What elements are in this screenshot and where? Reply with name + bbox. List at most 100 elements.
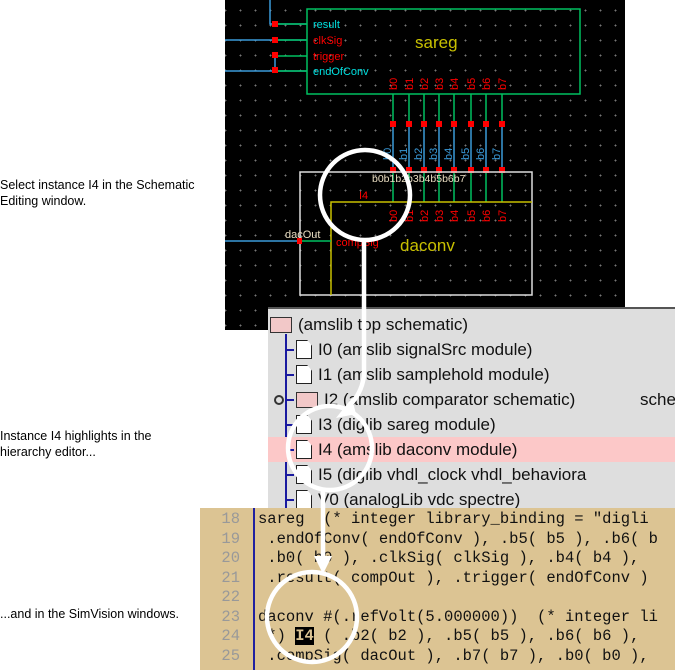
document-icon [296, 415, 312, 434]
hierarchy-item[interactable]: (amslib top schematic) [268, 312, 675, 337]
source-line[interactable]: 20 .b0( b0 ), .clkSig( clkSig ), .b4( b4… [200, 549, 675, 569]
hierarchy-item[interactable]: I3 (diglib sareg module) [268, 412, 675, 437]
daconv-input-pin: b7 [497, 210, 509, 222]
line-text: sareg (* integer library_binding = "digl… [258, 510, 649, 528]
hierarchy-item[interactable]: I1 (amslib samplehold module) [268, 362, 675, 387]
wire-label: b2 [413, 148, 425, 160]
sareg-output-pin: b5 [466, 78, 478, 90]
sareg-label: sareg [415, 33, 458, 52]
connection-dot [499, 121, 505, 127]
daconv-input-pin: b5 [466, 210, 478, 222]
line-text: .b0( b0 ), .clkSig( clkSig ), .b4( b4 ), [258, 549, 640, 567]
daconv-input-pin: b4 [449, 210, 461, 222]
source-line[interactable]: 18 sareg (* integer library_binding = "di… [200, 510, 675, 530]
caption-hierarchy: Instance I4 highlights in the hierarchy … [0, 429, 152, 459]
pin-trigger: trigger [313, 51, 345, 63]
source-line[interactable]: 19 .endOfConv( endOfConv ), .b5( b5 ), .… [200, 530, 675, 550]
line-text: daconv #(.refVolt(5.000000)) (* integer … [258, 607, 658, 626]
hierarchy-item-label: I5 (diglib vhdl_clock vhdl_behaviora [318, 464, 587, 484]
daconv-input-pin: b1 [404, 210, 416, 222]
hierarchy-item-label: (amslib top schematic) [298, 314, 469, 334]
connection-dot [421, 121, 427, 127]
line-number: 23 [221, 607, 240, 626]
line-number: 19 [221, 529, 240, 548]
document-icon [296, 365, 312, 384]
simvision-source-window: 18 sareg (* integer library_binding = "di… [200, 508, 675, 670]
source-line[interactable]: 21 .result( compOut ), .trigger( endOfCo… [200, 569, 675, 589]
hierarchy-item-view: sche [640, 389, 675, 409]
pin-endofconv: endOfConv [313, 66, 369, 78]
hierarchy-editor: (amslib top schematic) I0 (amslib signalS… [268, 307, 675, 512]
tree-connector [286, 424, 294, 426]
instance-label-i4: I4 [359, 190, 368, 202]
connection-dot [406, 121, 412, 127]
line-text: .endOfConv( endOfConv ), .b5( b5 ), .b6(… [258, 529, 658, 548]
hierarchy-item[interactable]: I4 (amslib daconv module) [268, 437, 675, 462]
hierarchy-item-label: I0 (amslib signalSrc module) [318, 339, 533, 359]
folder-icon [270, 316, 292, 333]
caption-select-instance: Select instance I4 in the Schematic Edit… [0, 178, 195, 208]
source-line[interactable]: 23 daconv #(.refVolt(5.000000)) (* intege… [200, 608, 675, 628]
sareg-output-pin: b6 [481, 78, 493, 90]
source-line[interactable]: 22 [200, 588, 675, 608]
line-text: .result( compOut ), .trigger( endOfConv … [258, 568, 649, 587]
pin-compsig: compSig [336, 237, 379, 249]
line-text: *) I4 ( .b2( b2 ), .b5( b5 ), .b6( b6 ), [258, 627, 640, 645]
connection-dot [436, 121, 442, 127]
line-number: 20 [221, 549, 240, 567]
connection-dot [483, 121, 489, 127]
sareg-output-pin: b2 [419, 78, 431, 90]
tree-connector [286, 374, 294, 376]
hierarchy-item[interactable]: I2 (amslib comparator schematic) sche [268, 387, 675, 412]
sareg-output-pin: b0 [388, 78, 400, 90]
document-icon [296, 340, 312, 359]
schematic-editor-canvas[interactable]: result clkSig trigger endOfConv sareg b0… [225, 0, 625, 330]
hierarchy-item[interactable]: I0 (amslib signalSrc module) [268, 337, 675, 362]
connection-dot [390, 121, 396, 127]
folder-icon [296, 391, 318, 408]
wire-label: b7 [491, 148, 503, 160]
wire-label: b1 [398, 148, 410, 160]
hierarchy-item[interactable]: I5 (diglib vhdl_clock vhdl_behaviora [268, 462, 675, 487]
highlighted-instance-i4[interactable]: I4 [295, 627, 314, 645]
hierarchy-item-label: I4 (amslib daconv module) [318, 439, 518, 459]
sareg-output-pin: b1 [404, 78, 416, 90]
daconv-input-pin: b2 [419, 210, 431, 222]
daconv-input-pin: b6 [481, 210, 493, 222]
hierarchy-item-label: I2 (amslib comparator schematic) [324, 389, 576, 409]
line-number: 25 [221, 646, 240, 665]
wire-label: b3 [428, 148, 440, 160]
tree-connector [286, 399, 294, 401]
tree-connector [286, 474, 294, 476]
wire-label: b4 [443, 148, 455, 160]
wire-label: b0 [382, 148, 394, 160]
net-dacout: dacOut [285, 229, 320, 241]
daconv-label: daconv [400, 236, 455, 255]
hierarchy-item-label: I1 (amslib samplehold module) [318, 364, 550, 384]
document-icon [296, 440, 312, 459]
tree-connector [286, 499, 294, 501]
daconv-top-pins: b0b1b2b3b4b5b6b7 [372, 173, 466, 185]
source-line[interactable]: 24 *) I4 ( .b2( b2 ), .b5( b5 ), .b6( b6… [200, 627, 675, 647]
line-number: 21 [221, 568, 240, 587]
sareg-output-pin: b4 [449, 78, 461, 90]
sareg-output-pin: b3 [434, 78, 446, 90]
daconv-input-pin: b0 [388, 210, 400, 222]
wire-label: b5 [460, 148, 472, 160]
line-number: 24 [221, 627, 240, 645]
pin-result: result [313, 19, 340, 31]
tree-connector [286, 449, 294, 451]
daconv-input-pin: b3 [434, 210, 446, 222]
tree-connector [286, 349, 294, 351]
caption-simvision: ...and in the SimVision windows. [0, 607, 180, 621]
line-text: .compSig( dacOut ), .b7( b7 ), .b0( b0 )… [258, 646, 649, 665]
sareg-output-pin: b7 [497, 78, 509, 90]
document-icon [296, 465, 312, 484]
daconv-instance-i4[interactable] [299, 171, 533, 296]
connection-dot [451, 121, 457, 127]
source-line[interactable]: 25 .compSig( dacOut ), .b7( b7 ), .b0( b… [200, 647, 675, 667]
hierarchy-item-label: I3 (diglib sareg module) [318, 414, 496, 434]
connection-dot [468, 121, 474, 127]
line-number: 18 [221, 510, 240, 528]
expand-toggle-icon[interactable] [274, 394, 284, 405]
